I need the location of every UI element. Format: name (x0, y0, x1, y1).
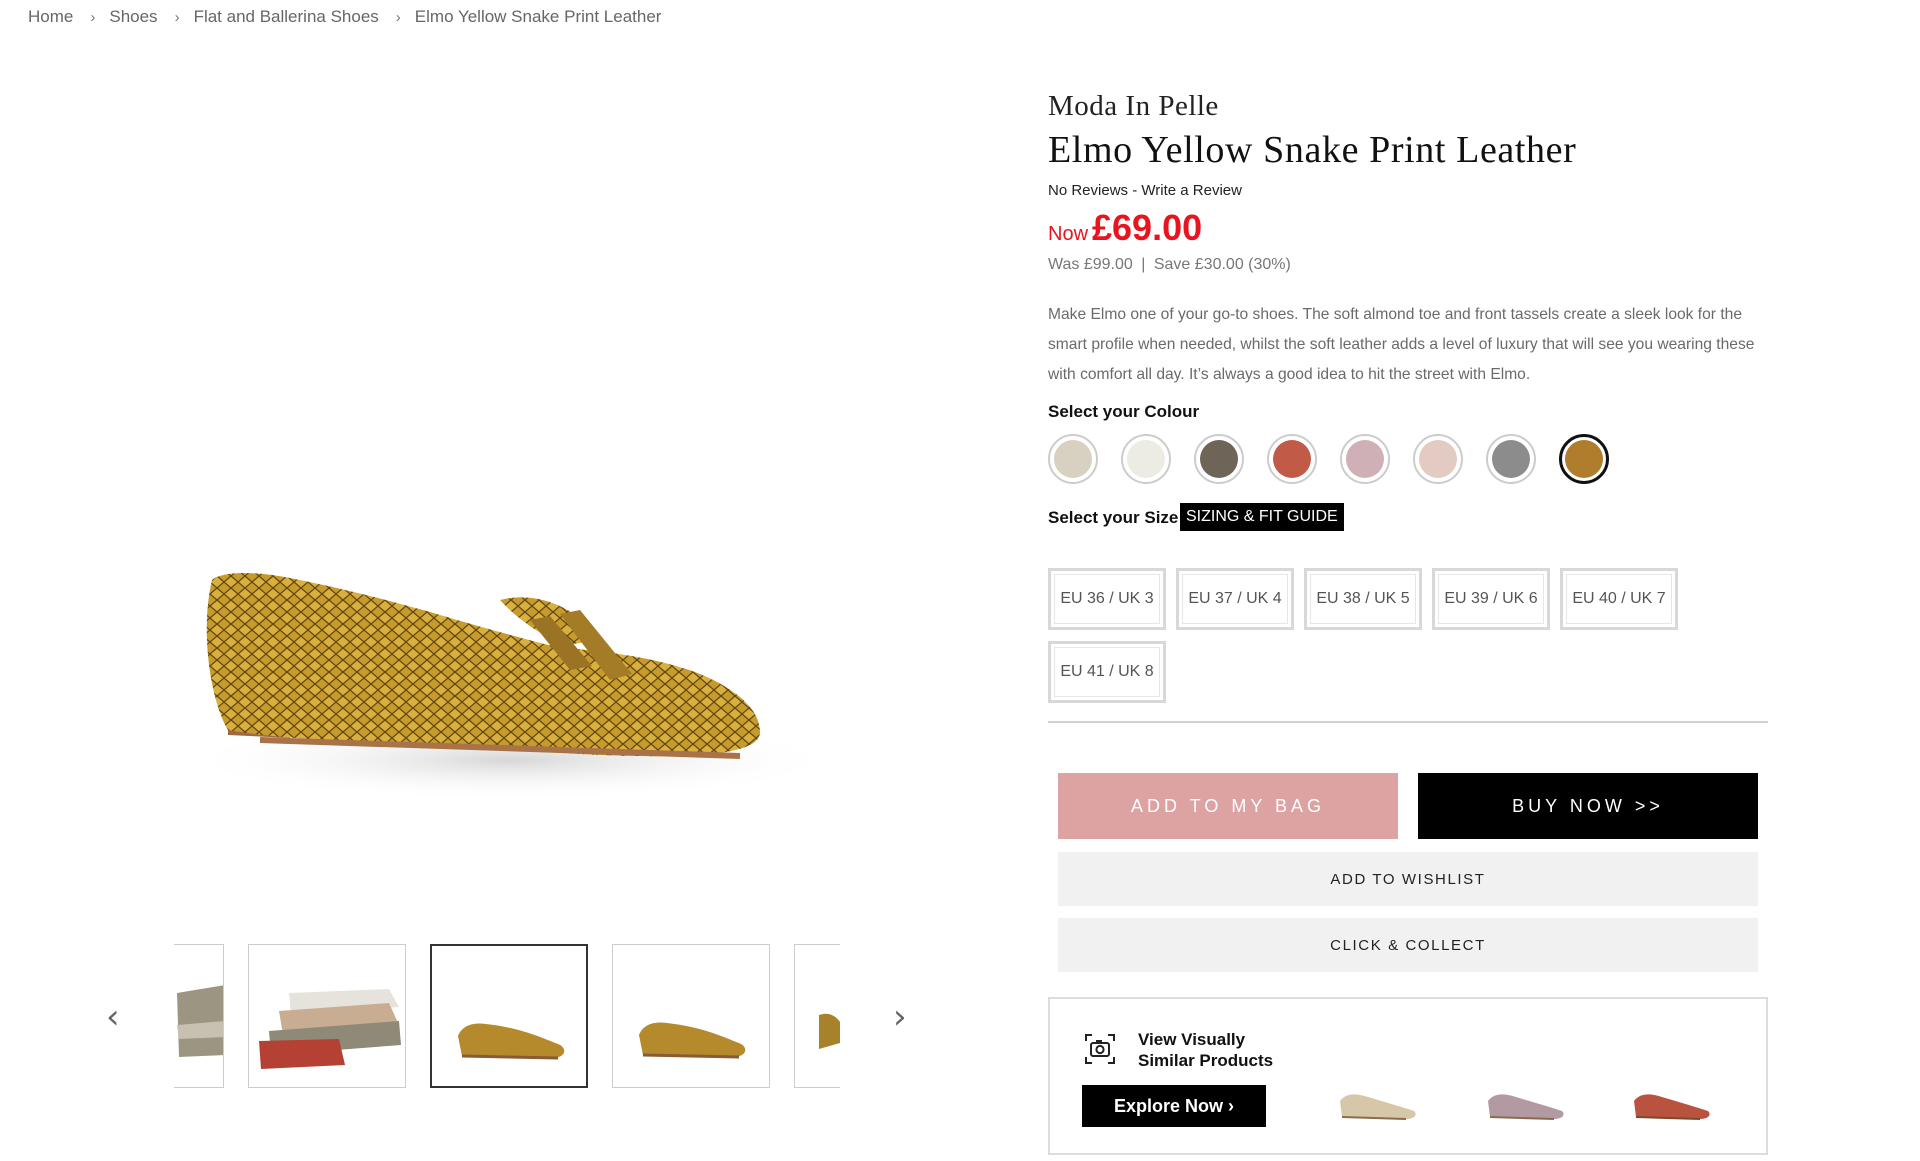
reviews-count: No Reviews (1048, 182, 1129, 199)
sizing-fit-guide-button[interactable]: SIZING & FIT GUIDE (1180, 503, 1344, 531)
gallery-next-arrow[interactable]: › (893, 1000, 907, 1034)
breadcrumb-current: Elmo Yellow Snake Print Leather (414, 7, 662, 26)
add-to-bag-button[interactable]: ADD TO MY BAG (1058, 773, 1398, 839)
thumbnail-strip (174, 944, 840, 1092)
thumbnail[interactable] (174, 944, 224, 1088)
camera-icon (1085, 1034, 1115, 1064)
thumbnail[interactable] (430, 944, 588, 1088)
breadcrumb-home[interactable]: Home (28, 7, 73, 27)
save-amount: Save £30.00 (30%) (1153, 256, 1291, 273)
price-now: Now £69.00 (1048, 207, 1202, 249)
colour-swatch-fill (1200, 440, 1238, 478)
product-brand[interactable]: Moda In Pelle (1048, 90, 1219, 123)
visually-similar-panel: View Visually Similar Products Explore N… (1048, 997, 1768, 1155)
reviews-line: No Reviews - Write a Review (1048, 182, 1242, 199)
price-separator: | (1141, 256, 1146, 273)
colour-swatch[interactable] (1413, 434, 1463, 484)
size-option[interactable]: EU 38 / UK 5 (1304, 568, 1422, 630)
price-was-line: Was £99.00 | Save £30.00 (30%) (1048, 256, 1291, 274)
size-option[interactable]: EU 39 / UK 6 (1432, 568, 1550, 630)
thumbnail[interactable] (794, 944, 840, 1088)
size-label: Select your Size (1048, 508, 1179, 527)
reviews-separator: - (1128, 182, 1142, 199)
colour-swatch[interactable] (1340, 434, 1390, 484)
buy-now-button[interactable]: BUY NOW >> (1418, 773, 1758, 839)
colour-swatch-fill (1492, 440, 1530, 478)
colour-swatch-fill (1054, 440, 1092, 478)
similar-product-thumbnail[interactable] (1626, 1077, 1716, 1125)
colour-swatch[interactable] (1048, 434, 1098, 484)
colour-swatch-fill (1127, 440, 1165, 478)
add-to-wishlist-button[interactable]: ADD TO WISHLIST (1058, 852, 1758, 906)
colour-swatches (1048, 434, 1632, 484)
similar-title: View Visually Similar Products (1138, 1030, 1274, 1070)
now-price: £69.00 (1092, 207, 1203, 248)
colour-swatch[interactable] (1559, 434, 1609, 484)
size-option[interactable]: EU 40 / UK 7 (1560, 568, 1678, 630)
colour-swatch-fill (1346, 440, 1384, 478)
colour-swatch-fill (1565, 440, 1603, 478)
similar-product-thumbnail[interactable] (1480, 1077, 1570, 1125)
colour-label: Select your Colour (1048, 402, 1200, 421)
colour-swatch[interactable] (1267, 434, 1317, 484)
thumbnail[interactable] (612, 944, 770, 1088)
gallery-prev-arrow[interactable]: ‹ (106, 1000, 120, 1034)
main-product-image[interactable] (140, 540, 880, 860)
colour-swatch[interactable] (1194, 434, 1244, 484)
product-description: Make Elmo one of your go-to shoes. The s… (1048, 306, 1755, 383)
colour-swatch[interactable] (1486, 434, 1536, 484)
explore-now-button[interactable]: Explore Now › (1082, 1085, 1266, 1127)
size-option[interactable]: EU 37 / UK 4 (1176, 568, 1294, 630)
breadcrumb-separator: › (90, 8, 96, 26)
size-option[interactable]: EU 36 / UK 3 (1048, 568, 1166, 630)
size-option[interactable]: EU 41 / UK 8 (1048, 641, 1166, 703)
write-review-link[interactable]: Write a Review (1141, 182, 1242, 199)
breadcrumb-shoes[interactable]: Shoes (109, 7, 157, 27)
breadcrumb-separator: › (395, 8, 401, 26)
colour-swatch[interactable] (1121, 434, 1171, 484)
breadcrumb: Home › Shoes › Flat and Ballerina Shoes … (28, 7, 661, 27)
now-label: Now (1048, 223, 1089, 245)
breadcrumb-separator: › (174, 8, 180, 26)
thumbnail[interactable] (248, 944, 406, 1088)
click-collect-button[interactable]: CLICK & COLLECT (1058, 918, 1758, 972)
was-price: Was £99.00 (1048, 256, 1133, 273)
colour-swatch-fill (1419, 440, 1457, 478)
colour-swatch-fill (1273, 440, 1311, 478)
product-title: Elmo Yellow Snake Print Leather (1048, 129, 1577, 171)
similar-product-thumbnail[interactable] (1332, 1077, 1422, 1125)
breadcrumb-category[interactable]: Flat and Ballerina Shoes (194, 7, 379, 27)
divider (1048, 721, 1768, 723)
